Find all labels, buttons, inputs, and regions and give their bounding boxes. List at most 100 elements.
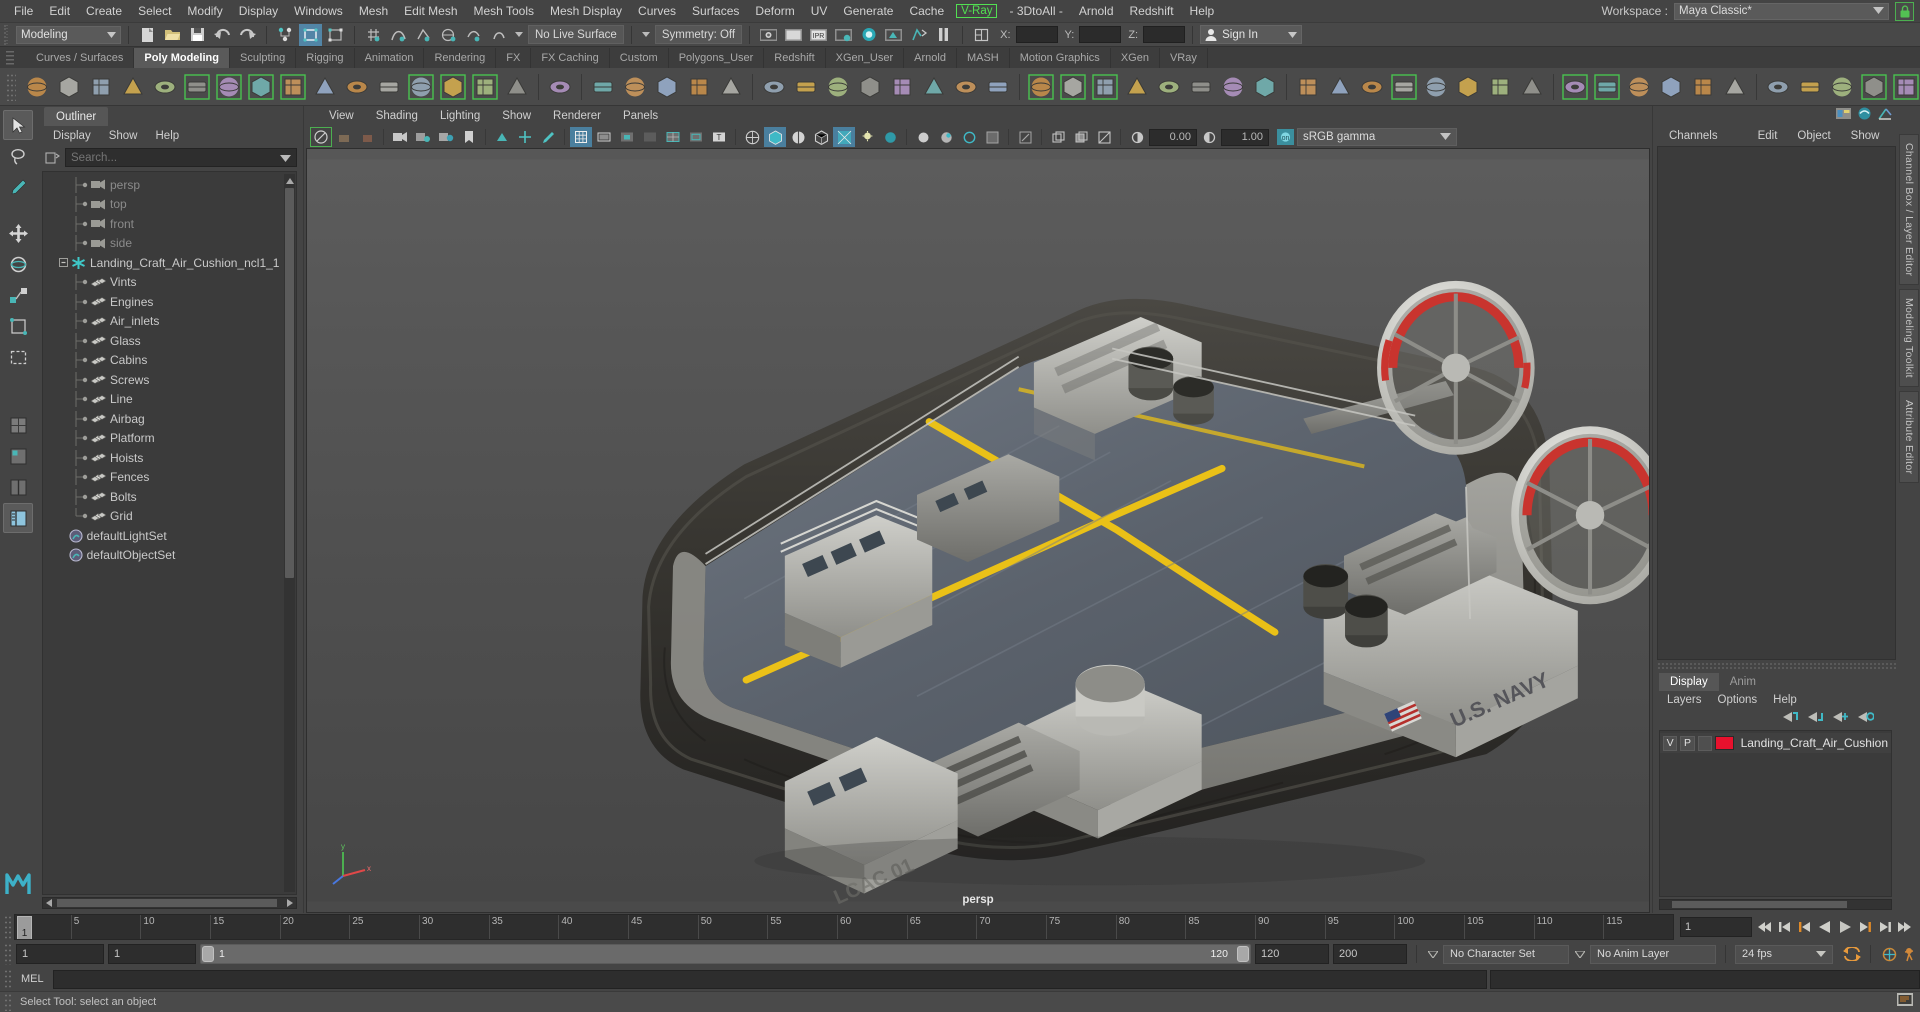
smooth-shade-icon[interactable] (764, 127, 786, 147)
expand-collapse-icon[interactable] (59, 258, 68, 268)
outliner-item-fences[interactable]: Fences (43, 468, 296, 488)
help-line-grip[interactable] (4, 993, 12, 1011)
sign-in-button[interactable]: Sign In (1200, 25, 1303, 44)
xray-icon[interactable] (981, 127, 1003, 147)
symmetry-field[interactable]: Symmetry: Off (654, 25, 743, 44)
scroll-thumb[interactable] (285, 188, 294, 578)
poly-sphere-icon[interactable] (22, 72, 52, 102)
undo-icon[interactable] (211, 24, 234, 46)
anim-layer-chevron-icon[interactable] (1573, 950, 1586, 958)
bookmark-set-icon[interactable] (458, 127, 480, 147)
pause-icon[interactable] (932, 24, 955, 46)
connect-icon[interactable] (1154, 72, 1184, 102)
outliner-item-landing-craft-air-cushion-ncl1-1[interactable]: Landing_Craft_Air_Cushion_ncl1_1 (43, 253, 296, 273)
animation-preferences-icon[interactable] (1902, 944, 1920, 964)
menu-arnold[interactable]: Arnold (1071, 2, 1122, 20)
remesh-icon[interactable] (983, 72, 1013, 102)
viewport-3d-canvas[interactable]: U.S. NAVY LCAC 01 y x persp (306, 148, 1650, 913)
command-input[interactable] (52, 969, 1487, 989)
outliner-tree[interactable]: persp top front side Landing_Craft_Air_C… (42, 171, 297, 895)
shelf-tab-mash[interactable]: MASH (957, 48, 1010, 68)
shelf-tab-redshift[interactable]: Redshift (764, 48, 826, 68)
paint-select-tool-button[interactable] (3, 172, 33, 202)
layer-visibility-toggle[interactable]: V (1663, 735, 1678, 751)
bevel-icon[interactable] (759, 72, 789, 102)
view-transform-b-icon[interactable] (1070, 127, 1092, 147)
channel-menu-edit-real[interactable]: Edit (1748, 129, 1788, 143)
display-layer-row[interactable]: V P Landing_Craft_Air_Cushion (1660, 733, 1891, 753)
command-output[interactable] (1490, 969, 1920, 989)
workspace-lock-button[interactable] (1895, 1, 1914, 21)
menu-mesh-display[interactable]: Mesh Display (542, 2, 630, 20)
menu-uv[interactable]: UV (803, 2, 836, 20)
screen-space-ao-icon[interactable] (879, 127, 901, 147)
layer-menu-help[interactable]: Help (1765, 693, 1805, 707)
shelf-tab-fx[interactable]: FX (496, 48, 532, 68)
wireframe-icon[interactable] (741, 127, 763, 147)
layout-options-button[interactable] (3, 441, 33, 471)
play-backwards-icon[interactable] (1816, 917, 1834, 937)
shelf-tab-rigging[interactable]: Rigging (296, 48, 355, 68)
shelf-tab-xgen-user[interactable]: XGen_User (826, 48, 905, 68)
outliner-item-glass[interactable]: Glass (43, 331, 296, 351)
reduce-icon[interactable] (951, 72, 981, 102)
universal-manipulator-button[interactable] (3, 311, 33, 341)
menu-edit-mesh[interactable]: Edit Mesh (396, 2, 465, 20)
select-by-hierarchy-icon[interactable] (274, 24, 297, 46)
snap-curve-icon[interactable] (387, 24, 410, 46)
outliner-item-bolts[interactable]: Bolts (43, 487, 296, 507)
anim-layer-field[interactable]: No Anim Layer (1590, 944, 1716, 964)
gamma-value[interactable]: 1.00 (1221, 128, 1269, 146)
display-toggle-icon[interactable] (1093, 127, 1115, 147)
view-transform-a-icon[interactable] (1047, 127, 1069, 147)
scale-tool-button[interactable] (3, 280, 33, 310)
outliner-item-platform[interactable]: Platform (43, 429, 296, 449)
unfold-icon[interactable] (1891, 72, 1920, 102)
motion-blur-icon[interactable] (912, 127, 934, 147)
menu-redshift[interactable]: Redshift (1122, 2, 1182, 20)
shelf-tab-sculpting[interactable]: Sculpting (230, 48, 297, 68)
channel-box-body[interactable] (1657, 146, 1896, 660)
field-chart-icon[interactable] (662, 127, 684, 147)
shelf-tab-poly-modeling[interactable]: Poly Modeling (134, 48, 230, 68)
poly-torus-icon[interactable] (150, 72, 180, 102)
save-scene-icon[interactable] (186, 24, 209, 46)
menu-3dtoall[interactable]: - 3DtoAll - (1001, 2, 1070, 20)
make-hole-icon[interactable] (1560, 72, 1590, 102)
viewport-menu-shading[interactable]: Shading (365, 109, 429, 123)
shelf-tab-animation[interactable]: Animation (355, 48, 425, 68)
safe-action-icon[interactable] (685, 127, 707, 147)
shelf-tab-fx-caching[interactable]: FX Caching (531, 48, 610, 68)
menu-set-dropdown[interactable]: Modeling (16, 25, 121, 44)
menu-select[interactable]: Select (130, 2, 179, 20)
poly-cube-icon[interactable] (54, 72, 84, 102)
shelf-tab-xgen[interactable]: XGen (1111, 48, 1160, 68)
shadows-icon[interactable] (856, 127, 878, 147)
coord-z-input[interactable] (1143, 26, 1186, 43)
symmetrize-icon[interactable] (1624, 72, 1654, 102)
uv-editor-icon[interactable] (1859, 72, 1889, 102)
lock-camera-icon[interactable] (333, 127, 355, 147)
outliner-item-airbag[interactable]: Airbag (43, 409, 296, 429)
triangulate-icon[interactable] (887, 72, 917, 102)
script-editor-icon[interactable] (1896, 992, 1914, 1012)
outliner-menu-display[interactable]: Display (44, 129, 100, 143)
two-d-pan-zoom-icon[interactable] (514, 127, 536, 147)
circularize-icon[interactable] (1592, 72, 1622, 102)
sidetab-channel-box[interactable]: Channel Box / Layer Editor (1899, 134, 1919, 286)
range-end-handle[interactable] (1237, 946, 1249, 962)
poly-pipe-icon[interactable] (342, 72, 372, 102)
conform-icon[interactable] (1688, 72, 1718, 102)
multi-cut-icon[interactable] (1090, 72, 1120, 102)
outliner-item-line[interactable]: Line (43, 390, 296, 410)
poly-plane-icon[interactable] (182, 72, 212, 102)
outliner-item-top[interactable]: top (43, 195, 296, 215)
redo-icon[interactable] (236, 24, 259, 46)
character-set-chevron-icon[interactable] (1426, 950, 1439, 958)
delete-edge-icon[interactable] (1485, 72, 1515, 102)
film-gate-icon[interactable] (593, 127, 615, 147)
scroll-left-arrow-icon[interactable] (43, 898, 55, 908)
poly-disc-icon[interactable] (214, 72, 244, 102)
color-profile-dropdown[interactable]: sRGB gamma (1297, 128, 1457, 146)
outliner-item-side[interactable]: side (43, 234, 296, 254)
